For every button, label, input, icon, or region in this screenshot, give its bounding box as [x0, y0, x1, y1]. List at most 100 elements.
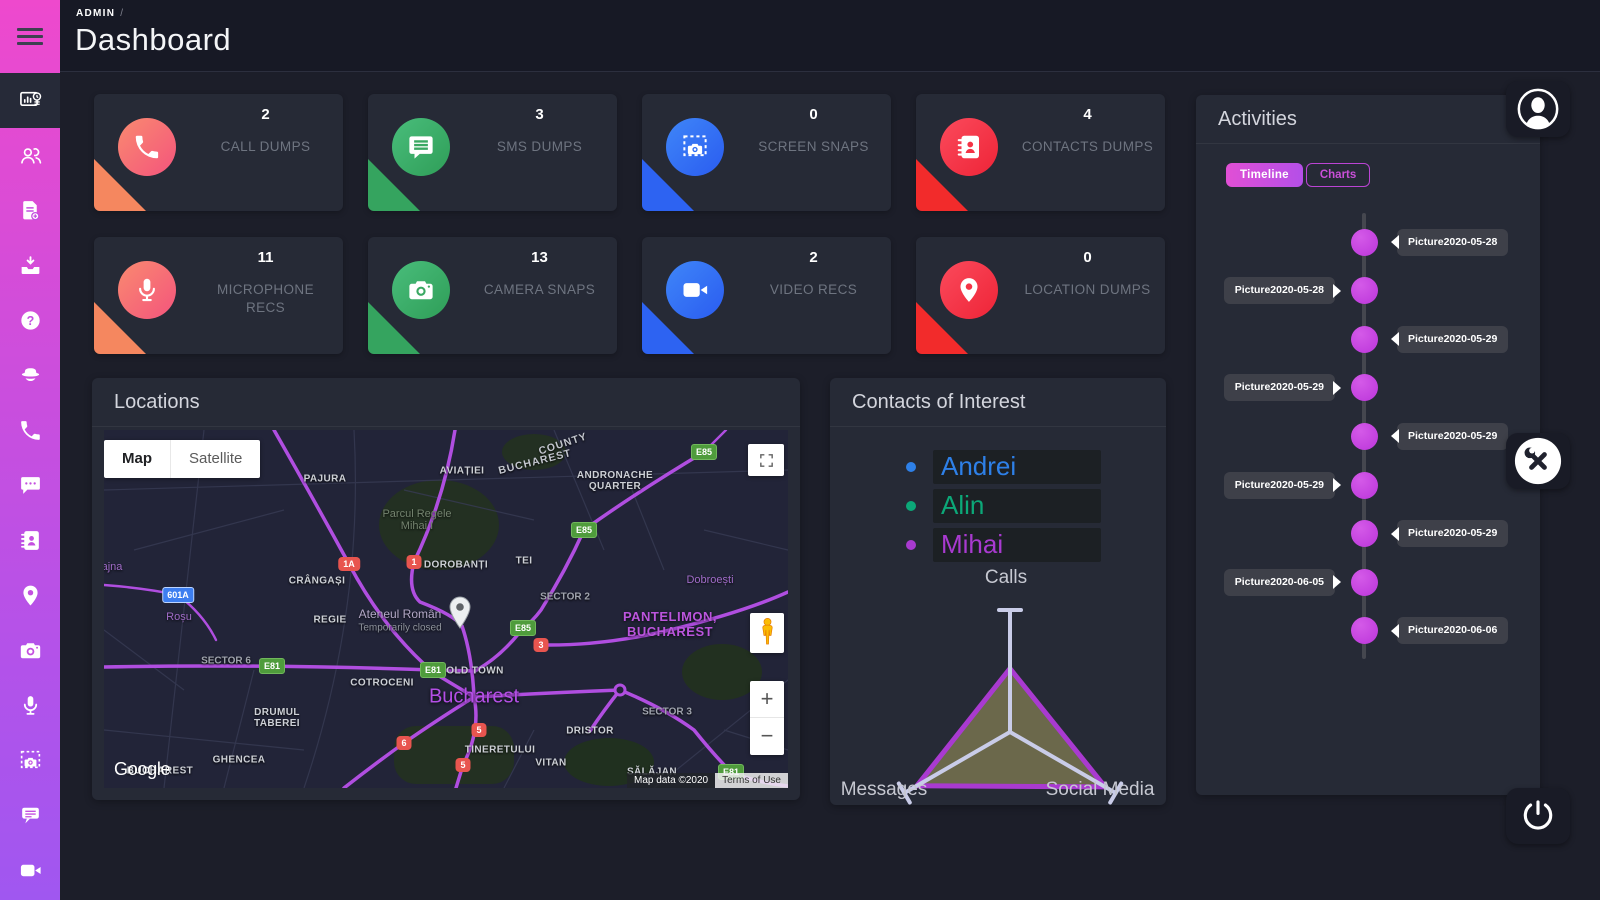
phone-icon: [118, 118, 176, 176]
sidebar-item-help[interactable]: ?: [0, 293, 60, 348]
breadcrumb: ADMIN /: [76, 8, 124, 19]
stat-value: 2: [196, 106, 335, 123]
timeline-item[interactable]: Picture2020-05-28: [1397, 229, 1508, 256]
stat-value: 4: [1018, 106, 1157, 123]
map-canvas: [104, 430, 788, 788]
fullscreen-icon: [758, 452, 775, 469]
timeline-item[interactable]: Picture2020-05-29: [1224, 472, 1335, 499]
locations-panel: Locations: [92, 378, 800, 800]
pegman-control[interactable]: [750, 613, 784, 653]
timeline-item[interactable]: Picture2020-06-05: [1224, 569, 1335, 596]
sidebar-item-reports[interactable]: [0, 183, 60, 238]
stat-card-call-dumps[interactable]: 2 CALL DUMPS: [94, 94, 343, 211]
sidebar-item-dumps-inbox[interactable]: [0, 238, 60, 293]
terms-of-use-link[interactable]: Terms of Use: [715, 773, 788, 788]
stat-meta: 2 VIDEO RECS: [744, 249, 883, 299]
sidebar-item-messages[interactable]: [0, 788, 60, 843]
zoom-control: + −: [750, 681, 784, 755]
map-attribution: Map data ©2020 Terms of Use: [627, 773, 788, 788]
stat-card-screen-snaps[interactable]: 0SCREEN SNAPS: [642, 94, 891, 211]
camera-icon: [18, 638, 43, 663]
tab-charts[interactable]: Charts: [1306, 163, 1370, 187]
power-button[interactable]: [1506, 788, 1570, 844]
map-type-control: Map Satellite: [104, 440, 260, 478]
legend-dot: [906, 462, 916, 472]
stat-label: LOCATION DUMPS: [1018, 281, 1157, 299]
timeline-item[interactable]: Picture2020-05-29: [1397, 423, 1508, 450]
camera-icon: [392, 261, 450, 319]
sidebar: ?: [0, 0, 60, 900]
stat-value: 11: [196, 249, 335, 266]
tools-button[interactable]: [1506, 433, 1570, 489]
sidebar-item-microphone-recs[interactable]: [0, 678, 60, 733]
breadcrumb-item[interactable]: ADMIN: [76, 8, 115, 19]
timeline-item[interactable]: Picture2020-05-28: [1224, 277, 1335, 304]
timeline-item[interactable]: Picture2020-05-29: [1397, 326, 1508, 353]
contact-legend-item-alin[interactable]: Alin: [906, 489, 1101, 523]
map[interactable]: COUNTYBUCHARESTPAJURAAVIAȚIEIANDRONACHE …: [104, 430, 788, 788]
stat-card-video-recs[interactable]: 2 VIDEO RECS: [642, 237, 891, 354]
contact-name: Mihai: [933, 528, 1101, 562]
sidebar-item-location-dumps[interactable]: [0, 568, 60, 623]
menu-toggle[interactable]: [0, 0, 60, 73]
tab-timeline[interactable]: Timeline: [1226, 163, 1303, 187]
stat-meta: 0SCREEN SNAPS: [744, 106, 883, 156]
sidebar-item-call-dumps[interactable]: [0, 403, 60, 458]
stat-label: CONTACTS DUMPS: [1018, 138, 1157, 156]
sidebar-item-camera-snaps[interactable]: [0, 623, 60, 678]
stat-meta: 3SMS DUMPS: [470, 106, 609, 156]
stat-value: 0: [1018, 249, 1157, 266]
google-logo: Google: [114, 759, 170, 780]
timeline-dot: [1351, 569, 1378, 596]
screenshot-icon: [18, 748, 43, 773]
timeline-item[interactable]: Picture2020-06-06: [1397, 617, 1508, 644]
inbox-icon: [18, 253, 43, 278]
contacts-title: Contacts of Interest: [830, 378, 1166, 427]
radar-axis-label: Messages: [841, 779, 928, 801]
dashboard-icon: [18, 88, 43, 113]
sidebar-item-sms-dumps[interactable]: [0, 458, 60, 513]
contacts-panel: Contacts of Interest AndreiAlinMihai Cal…: [830, 378, 1166, 805]
stat-meta: 4 CONTACTS DUMPS: [1018, 106, 1157, 156]
timeline-dot: [1351, 520, 1378, 547]
video-icon: [666, 261, 724, 319]
timeline-item[interactable]: Picture2020-05-29: [1397, 520, 1508, 547]
help-icon: ?: [18, 308, 43, 333]
contacts-icon: [18, 528, 43, 553]
zoom-in-button[interactable]: +: [750, 681, 784, 718]
sidebar-item-screen-snaps[interactable]: [0, 733, 60, 788]
breadcrumb-separator: /: [120, 8, 124, 19]
stat-card-location-dumps[interactable]: 0 LOCATION DUMPS: [916, 237, 1165, 354]
contact-legend-item-andrei[interactable]: Andrei: [906, 450, 1101, 484]
stat-value: 13: [470, 249, 609, 266]
stat-card-contacts-dumps[interactable]: 4 CONTACTS DUMPS: [916, 94, 1165, 211]
zoom-out-button[interactable]: −: [750, 718, 784, 755]
map-data-text: Map data ©2020: [627, 773, 715, 788]
contact-legend-item-mihai[interactable]: Mihai: [906, 528, 1101, 562]
stat-label: MICROPHONE RECS: [196, 281, 335, 317]
profile-button[interactable]: [1506, 81, 1570, 137]
sidebar-item-dashboard[interactable]: [0, 73, 60, 128]
stat-card-sms-dumps[interactable]: 3SMS DUMPS: [368, 94, 617, 211]
stat-card-microphone-recs[interactable]: 11 MICROPHONE RECS: [94, 237, 343, 354]
map-type-satellite-button[interactable]: Satellite: [170, 440, 260, 478]
stat-meta: 11 MICROPHONE RECS: [196, 249, 335, 317]
stat-card-camera-snaps[interactable]: 13CAMERA SNAPS: [368, 237, 617, 354]
activities-panel: Activities Timeline Charts Picture2020-0…: [1196, 95, 1540, 795]
timeline-item[interactable]: Picture2020-05-29: [1224, 374, 1335, 401]
stat-label: CALL DUMPS: [196, 138, 335, 156]
stat-value: 2: [744, 249, 883, 266]
map-type-map-button[interactable]: Map: [104, 440, 170, 478]
sidebar-item-spy[interactable]: [0, 348, 60, 403]
pin-icon: [18, 583, 43, 608]
timeline-dot: [1351, 229, 1378, 256]
sidebar-item-contacts-dumps[interactable]: [0, 513, 60, 568]
legend-dot: [906, 501, 916, 511]
sidebar-item-video-recs[interactable]: [0, 843, 60, 898]
sidebar-item-users[interactable]: [0, 128, 60, 183]
phone-icon: [18, 418, 43, 443]
stat-label: SCREEN SNAPS: [744, 138, 883, 156]
fullscreen-button[interactable]: [748, 444, 784, 476]
messages-icon: [18, 803, 43, 828]
stat-label: VIDEO RECS: [744, 281, 883, 299]
